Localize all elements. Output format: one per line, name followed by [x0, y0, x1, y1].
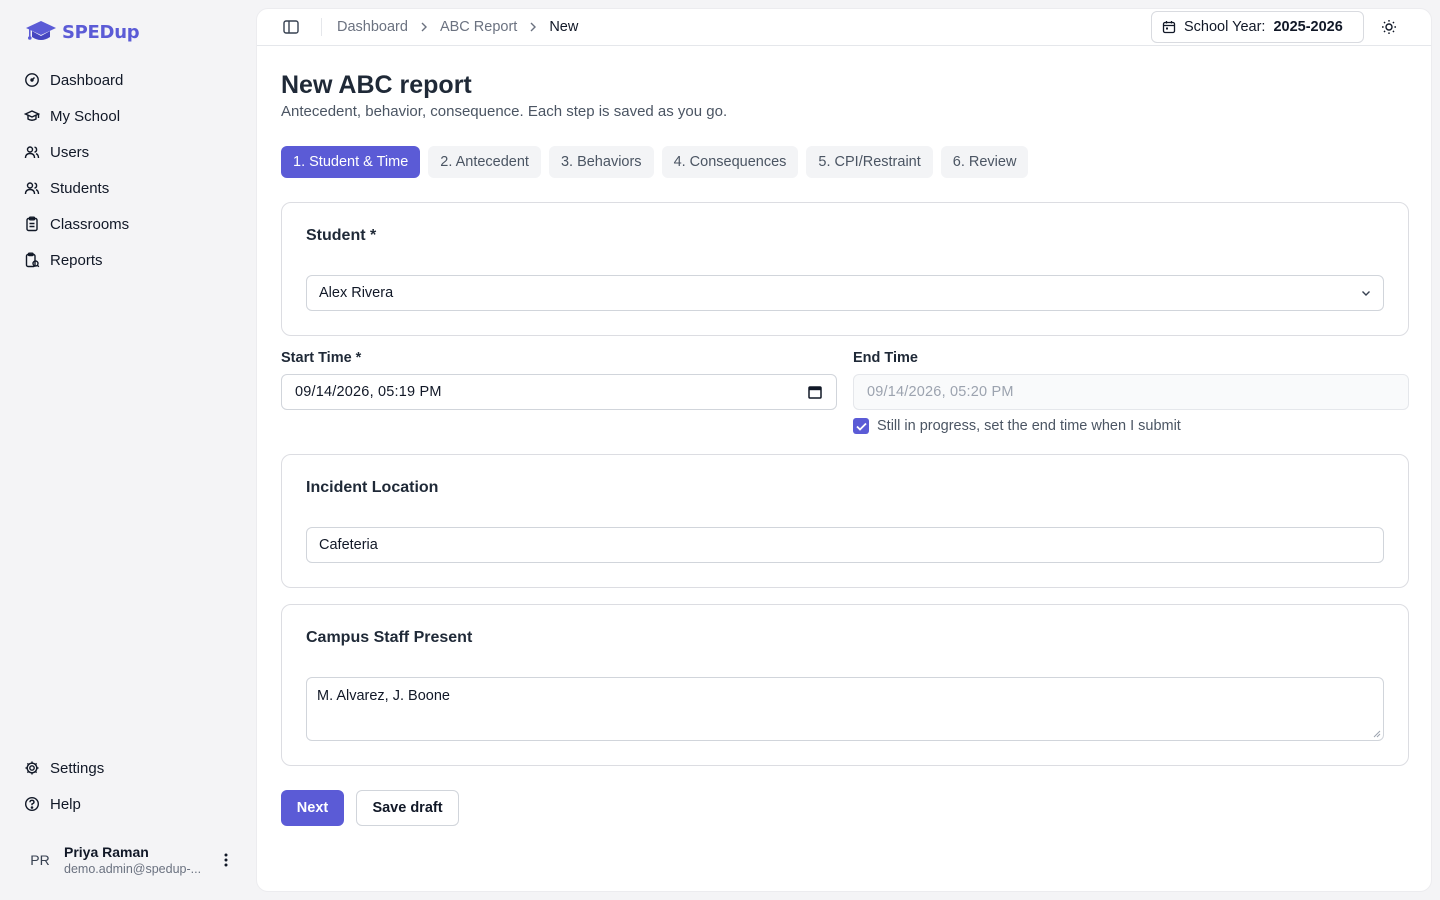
school-year-button[interactable]: School Year: 2025-2026: [1151, 11, 1364, 43]
save-draft-button[interactable]: Save draft: [356, 790, 459, 826]
more-vertical-icon[interactable]: [218, 848, 234, 872]
graduation-cap-logo-icon: [26, 21, 56, 40]
breadcrumb-abc-report[interactable]: ABC Report: [440, 19, 517, 35]
breadcrumb-current: New: [549, 19, 579, 35]
start-time-input[interactable]: 09/14/2026, 05:19 PM: [281, 374, 837, 410]
in-progress-checkbox[interactable]: [853, 418, 869, 434]
sidebar-item-reports[interactable]: Reports: [16, 242, 240, 278]
avatar: PR: [30, 852, 50, 868]
sidebar-item-label: Reports: [50, 251, 103, 269]
staff-label: Campus Staff Present: [306, 629, 473, 646]
calendar-picker-icon[interactable]: [808, 385, 822, 399]
tab-review[interactable]: 6. Review: [940, 146, 1029, 178]
sidebar-item-settings[interactable]: Settings: [16, 750, 240, 786]
end-time-value: 09/14/2026, 05:20 PM: [867, 384, 1014, 400]
sidebar-toggle-icon[interactable]: [281, 17, 301, 37]
student-select[interactable]: Alex Rivera: [306, 275, 1384, 311]
staff-textarea[interactable]: M. Alvarez, J. Boone: [306, 677, 1384, 741]
school-year-value: 2025-2026: [1273, 19, 1343, 35]
resize-handle-icon[interactable]: [1373, 730, 1381, 738]
student-label: Student *: [306, 227, 377, 244]
tab-consequences[interactable]: 4. Consequences: [661, 146, 799, 178]
breadcrumb-dashboard[interactable]: Dashboard: [337, 19, 408, 35]
sidebar-item-label: Dashboard: [50, 71, 124, 89]
sidebar-item-dashboard[interactable]: Dashboard: [16, 62, 240, 98]
brand-name: SPEDup: [62, 21, 140, 43]
sidebar-nav: Dashboard My School Users Students Class…: [16, 62, 240, 278]
staff-card: Campus Staff Present M. Alvarez, J. Boon…: [281, 604, 1409, 766]
sidebar-bottom-nav: Settings Help: [16, 750, 240, 822]
sidebar-item-my-school[interactable]: My School: [16, 98, 240, 134]
help-circle-icon: [24, 796, 40, 812]
topbar-divider: [321, 18, 322, 36]
location-value: Cafeteria: [319, 537, 378, 553]
chevron-down-icon: [1362, 291, 1370, 296]
in-progress-label: Still in progress, set the end time when…: [877, 418, 1181, 434]
check-icon: [855, 422, 867, 431]
end-time-label: End Time: [853, 350, 918, 366]
school-year-label: School Year:: [1184, 19, 1266, 35]
student-select-value: Alex Rivera: [319, 285, 394, 301]
sidebar-item-label: My School: [50, 107, 121, 125]
graduation-cap-icon: [24, 110, 40, 121]
sidebar-item-classrooms[interactable]: Classrooms: [16, 206, 240, 242]
page-subtitle: Antecedent, behavior, consequence. Each …: [281, 103, 728, 120]
end-time-input: 09/14/2026, 05:20 PM: [853, 374, 1409, 410]
report-icon: [25, 252, 40, 268]
step-tabs: 1. Student & Time 2. Antecedent 3. Behav…: [281, 146, 1029, 178]
user-email: demo.admin@spedup-...: [64, 862, 202, 876]
sidebar-item-label: Settings: [50, 759, 105, 777]
sidebar-item-users[interactable]: Users: [16, 134, 240, 170]
dashboard-icon: [25, 73, 39, 87]
sidebar: SPEDup Dashboard My School Users Student…: [0, 0, 256, 900]
page-title: New ABC report: [281, 71, 472, 99]
start-time-value: 09/14/2026, 05:19 PM: [295, 384, 442, 400]
sidebar-item-help[interactable]: Help: [16, 786, 240, 822]
user-menu[interactable]: PR Priya Raman demo.admin@spedup-...: [16, 838, 240, 882]
topbar: Dashboard ABC Report New School Year: 20…: [257, 9, 1431, 46]
sidebar-item-label: Help: [50, 795, 81, 813]
tab-behaviors[interactable]: 3. Behaviors: [548, 146, 654, 178]
staff-value: M. Alvarez, J. Boone: [317, 688, 450, 704]
next-button[interactable]: Next: [281, 790, 344, 826]
user-name: Priya Raman: [64, 844, 149, 860]
location-label: Incident Location: [306, 479, 439, 496]
sidebar-item-label: Classrooms: [50, 215, 130, 233]
sidebar-item-label: Students: [50, 179, 110, 197]
sidebar-item-label: Users: [50, 143, 90, 161]
students-icon: [24, 182, 40, 195]
clipboard-icon: [26, 216, 38, 232]
sidebar-item-students[interactable]: Students: [16, 170, 240, 206]
tab-student-time[interactable]: 1. Student & Time: [281, 146, 421, 178]
calendar-icon: [1162, 21, 1176, 34]
brand-logo[interactable]: SPEDup: [24, 18, 140, 46]
location-card: Incident Location Cafeteria: [281, 454, 1409, 588]
breadcrumb: Dashboard ABC Report New: [337, 9, 578, 45]
chevron-right-icon: [529, 22, 537, 32]
location-input[interactable]: Cafeteria: [306, 527, 1384, 563]
users-icon: [24, 146, 40, 159]
tab-antecedent[interactable]: 2. Antecedent: [428, 146, 541, 178]
in-progress-row: Still in progress, set the end time when…: [853, 418, 1181, 434]
tab-cpi-restraint[interactable]: 5. CPI/Restraint: [806, 146, 933, 178]
user-info: Priya Raman demo.admin@spedup-...: [64, 843, 210, 877]
chevron-right-icon: [420, 22, 428, 32]
sun-icon[interactable]: [1379, 17, 1399, 37]
gear-icon: [25, 761, 39, 775]
student-card: Student * Alex Rivera: [281, 202, 1409, 336]
start-time-label: Start Time *: [281, 350, 362, 366]
main-panel: Dashboard ABC Report New School Year: 20…: [256, 8, 1432, 892]
